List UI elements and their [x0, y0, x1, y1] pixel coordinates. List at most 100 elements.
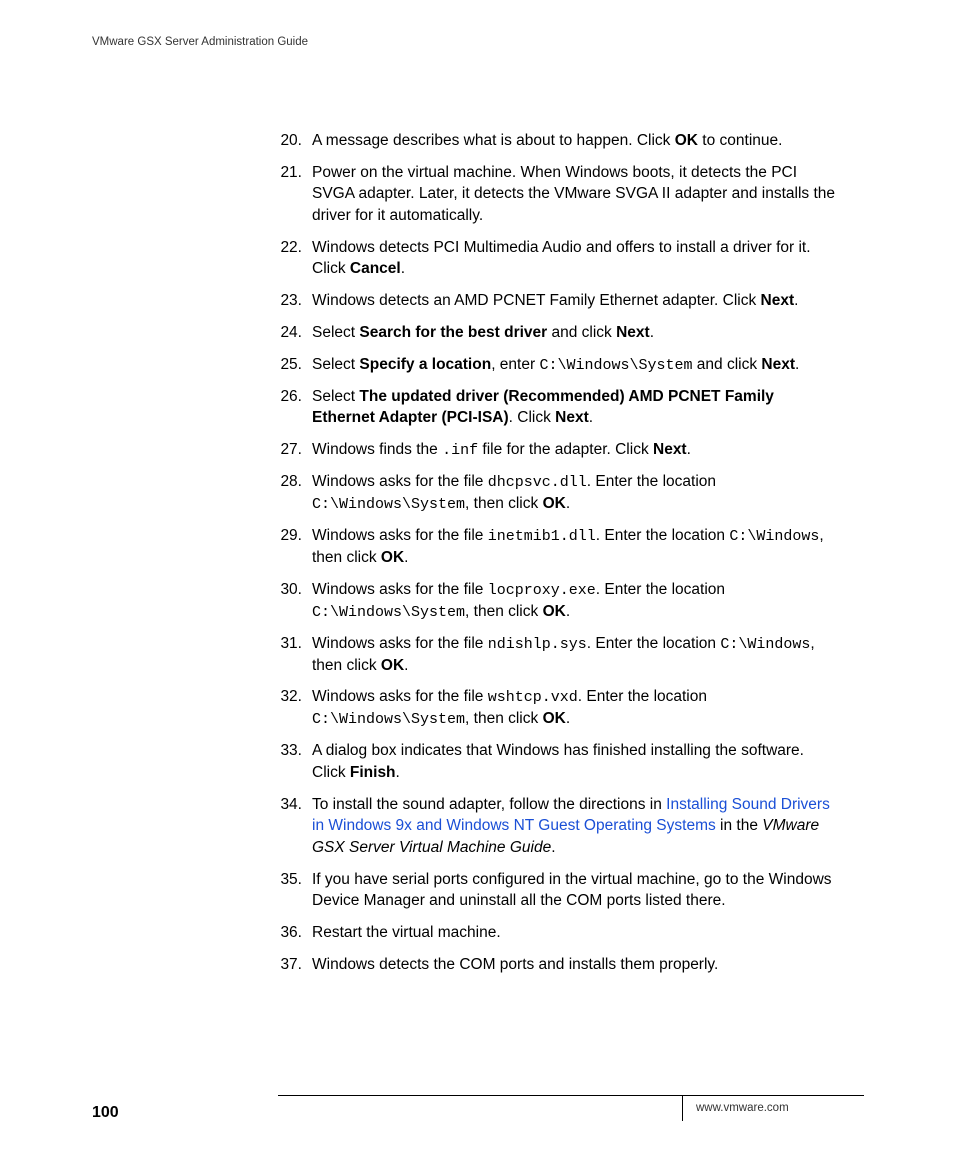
- step-text: in the: [716, 817, 763, 834]
- code-file: locproxy.exe: [488, 582, 596, 599]
- step-35: 35. If you have serial ports configured …: [278, 869, 840, 912]
- step-text: . Enter the location: [578, 688, 707, 705]
- footer-divider: [682, 1095, 683, 1121]
- step-text: A message describes what is about to hap…: [312, 132, 675, 149]
- ui-label: OK: [381, 657, 404, 674]
- step-33: 33. A dialog box indicates that Windows …: [278, 740, 840, 783]
- step-text: .: [401, 260, 405, 277]
- step-number: 37.: [278, 954, 302, 976]
- step-25: 25. Select Specify a location, enter C:\…: [278, 354, 840, 376]
- step-27: 27. Windows finds the .inf file for the …: [278, 439, 840, 461]
- step-text: , then click: [465, 603, 543, 620]
- step-text: Windows asks for the file: [312, 473, 488, 490]
- step-number: 24.: [278, 322, 302, 344]
- step-number: 30.: [278, 579, 302, 601]
- step-28: 28. Windows asks for the file dhcpsvc.dl…: [278, 471, 840, 515]
- step-20: 20. A message describes what is about to…: [278, 130, 840, 152]
- step-text: and click: [692, 356, 761, 373]
- step-text: Windows detects the COM ports and instal…: [312, 956, 718, 973]
- code-file: inetmib1.dll: [488, 528, 596, 545]
- step-text: .: [795, 356, 799, 373]
- step-32: 32. Windows asks for the file wshtcp.vxd…: [278, 686, 840, 730]
- step-text: .: [589, 409, 593, 426]
- step-36: 36. Restart the virtual machine.: [278, 922, 840, 944]
- step-30: 30. Windows asks for the file locproxy.e…: [278, 579, 840, 623]
- step-31: 31. Windows asks for the file ndishlp.sy…: [278, 633, 840, 677]
- step-number: 36.: [278, 922, 302, 944]
- step-number: 34.: [278, 794, 302, 816]
- step-text: To install the sound adapter, follow the…: [312, 796, 666, 813]
- step-number: 22.: [278, 237, 302, 259]
- step-text: to continue.: [698, 132, 782, 149]
- ui-label: OK: [543, 710, 566, 727]
- step-text: Windows finds the: [312, 441, 442, 458]
- ui-label: Next: [616, 324, 650, 341]
- code-file: ndishlp.sys: [488, 636, 587, 653]
- step-text: .: [404, 549, 408, 566]
- step-text: . Click: [509, 409, 556, 426]
- ui-label: OK: [381, 549, 404, 566]
- ui-label: Finish: [350, 764, 396, 781]
- code-file: dhcpsvc.dll: [488, 474, 587, 491]
- step-text: , then click: [465, 710, 543, 727]
- code-path: C:\Windows\System: [312, 496, 465, 513]
- step-text: Windows asks for the file: [312, 635, 488, 652]
- step-text: , enter: [491, 356, 539, 373]
- ui-label: Next: [761, 292, 795, 309]
- step-text: Windows asks for the file: [312, 688, 488, 705]
- step-text: Select: [312, 324, 359, 341]
- step-21: 21. Power on the virtual machine. When W…: [278, 162, 840, 227]
- ui-label: Cancel: [350, 260, 401, 277]
- step-number: 35.: [278, 869, 302, 891]
- step-text: .: [566, 495, 570, 512]
- step-number: 28.: [278, 471, 302, 493]
- step-text: .: [794, 292, 798, 309]
- step-text: , then click: [465, 495, 543, 512]
- step-34: 34. To install the sound adapter, follow…: [278, 794, 840, 859]
- ui-label: Next: [761, 356, 795, 373]
- step-text: .: [566, 603, 570, 620]
- step-number: 26.: [278, 386, 302, 408]
- step-text: Select: [312, 356, 359, 373]
- step-text: Power on the virtual machine. When Windo…: [312, 164, 835, 224]
- step-text: file for the adapter. Click: [478, 441, 653, 458]
- step-number: 25.: [278, 354, 302, 376]
- step-number: 32.: [278, 686, 302, 708]
- step-number: 31.: [278, 633, 302, 655]
- footer-url: www.vmware.com: [696, 1100, 789, 1116]
- step-text: . Enter the location: [587, 635, 721, 652]
- code-path: C:\Windows\System: [539, 357, 692, 374]
- step-29: 29. Windows asks for the file inetmib1.d…: [278, 525, 840, 569]
- step-list: 20. A message describes what is about to…: [278, 130, 840, 975]
- code-path: C:\Windows\System: [312, 604, 465, 621]
- ui-label: OK: [675, 132, 698, 149]
- step-text: .: [650, 324, 654, 341]
- step-text: .: [396, 764, 400, 781]
- main-content: 20. A message describes what is about to…: [278, 130, 840, 985]
- code-file: .inf: [442, 442, 478, 459]
- step-text: .: [566, 710, 570, 727]
- step-text: Windows detects an AMD PCNET Family Ethe…: [312, 292, 761, 309]
- step-22: 22. Windows detects PCI Multimedia Audio…: [278, 237, 840, 280]
- step-text: and click: [547, 324, 616, 341]
- code-file: wshtcp.vxd: [488, 689, 578, 706]
- step-number: 33.: [278, 740, 302, 762]
- step-text: .: [404, 657, 408, 674]
- ui-label: Specify a location: [359, 356, 491, 373]
- step-text: .: [551, 839, 555, 856]
- step-23: 23. Windows detects an AMD PCNET Family …: [278, 290, 840, 312]
- page-header: VMware GSX Server Administration Guide: [92, 34, 308, 50]
- step-26: 26. Select The updated driver (Recommend…: [278, 386, 840, 429]
- step-number: 23.: [278, 290, 302, 312]
- ui-label: Next: [653, 441, 687, 458]
- step-number: 27.: [278, 439, 302, 461]
- step-text: Select: [312, 388, 359, 405]
- ui-label: Search for the best driver: [359, 324, 547, 341]
- code-path: C:\Windows: [729, 528, 819, 545]
- step-text: .: [687, 441, 691, 458]
- step-37: 37. Windows detects the COM ports and in…: [278, 954, 840, 976]
- step-text: Windows asks for the file: [312, 581, 488, 598]
- ui-label: Next: [555, 409, 589, 426]
- step-text: Windows asks for the file: [312, 527, 488, 544]
- step-text: . Enter the location: [596, 527, 730, 544]
